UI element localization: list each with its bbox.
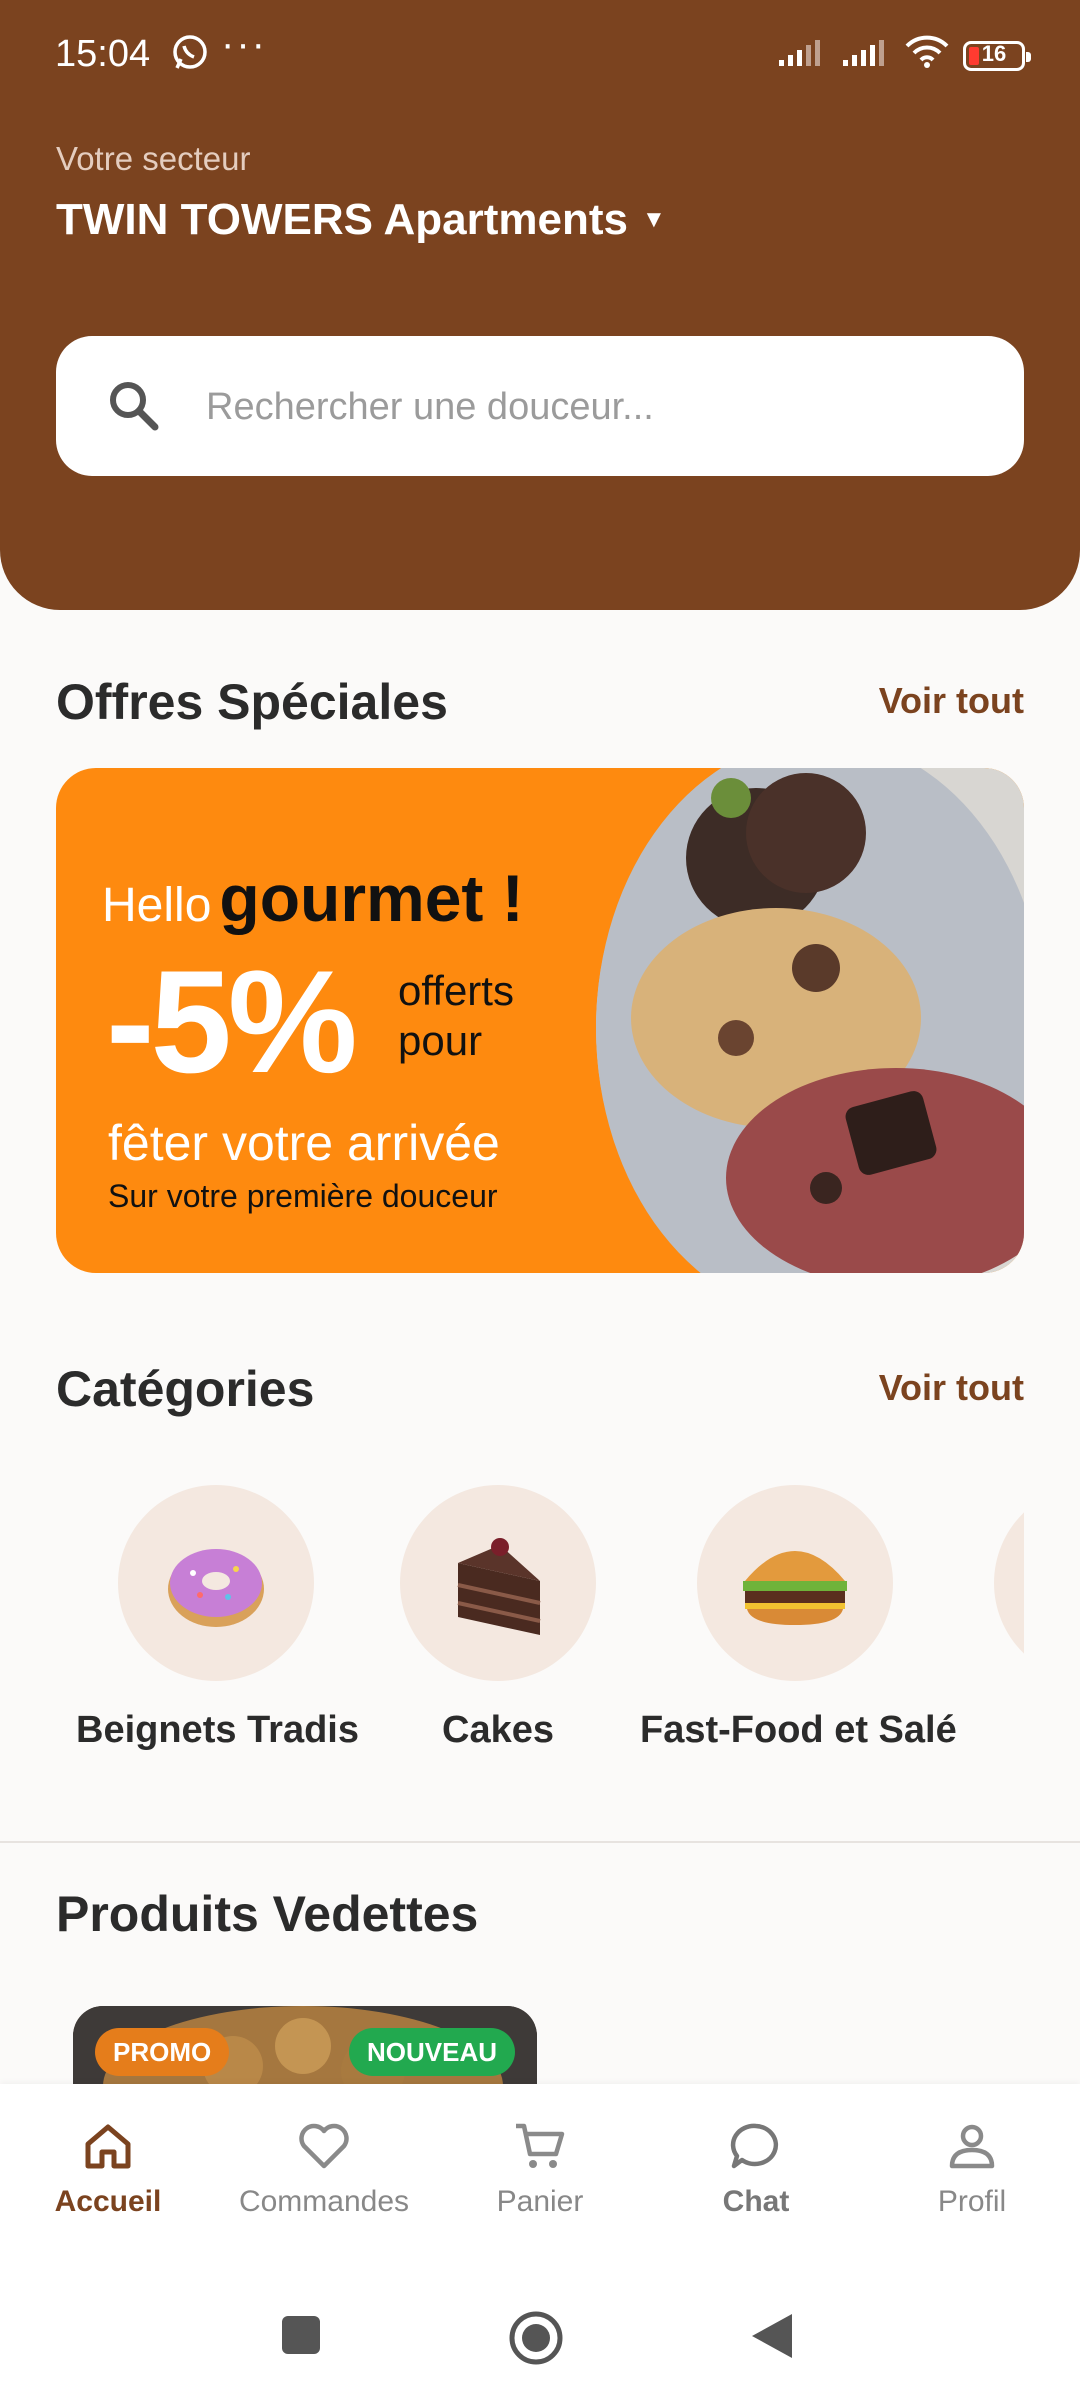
- search-input[interactable]: [204, 371, 988, 443]
- sector-name: TWIN TOWERS Apartments: [56, 195, 629, 244]
- home-button-icon[interactable]: [508, 2310, 568, 2370]
- cookies-image: [596, 768, 1024, 1273]
- battery-icon: 16: [963, 41, 1031, 71]
- banner-celebrate: fêter votre arrivée: [108, 1115, 500, 1171]
- recents-icon[interactable]: [280, 2314, 324, 2358]
- sector-selector[interactable]: TWIN TOWERS Apartments ▼: [56, 195, 666, 245]
- search-bar[interactable]: [56, 336, 1024, 476]
- special-offers-title: Offres Spéciales: [56, 674, 448, 730]
- category-item[interactable]: Beignets Tradis: [76, 1485, 359, 1752]
- category-item[interactable]: Cakes: [399, 1485, 597, 1752]
- chat-icon: [730, 2123, 779, 2169]
- banner-offerts: offerts pour: [398, 967, 514, 1064]
- heart-icon: [299, 2123, 349, 2169]
- system-navigation-bar: [0, 2284, 1080, 2400]
- divider: [0, 1841, 1080, 1843]
- header: 15:04 ··· 16 Votre secteur TWIN TOWERS A…: [0, 0, 1080, 610]
- bottom-navigation: Accueil Commandes Panier Chat Profil: [0, 2084, 1080, 2284]
- wifi-icon: [905, 34, 949, 78]
- new-badge: NOUVEAU: [348, 2028, 515, 2076]
- nav-label: Commandes: [238, 2185, 410, 2218]
- nav-label: Profil: [937, 2185, 1007, 2218]
- category-label: Fast-Food et Salé: [640, 1709, 957, 1751]
- special-offers-see-all-link[interactable]: Voir tout: [879, 680, 1024, 722]
- banner-hello: Hello gourmet !: [102, 861, 524, 935]
- signal-icon: [777, 35, 827, 78]
- banner-subtitle: Sur votre première douceur: [108, 1178, 498, 1214]
- categories-see-all-link[interactable]: Voir tout: [879, 1367, 1024, 1409]
- nav-label: Accueil: [54, 2185, 162, 2218]
- featured-title: Produits Vedettes: [56, 1886, 479, 1942]
- more-notifications-icon: ···: [221, 22, 267, 66]
- home-icon: [85, 2124, 131, 2169]
- categories-list: Beignets Tradis Cakes Fast-Food et Salé: [0, 1485, 1080, 1765]
- battery-level: 16: [981, 41, 1007, 66]
- promo-badge: PROMO: [95, 2028, 230, 2076]
- nav-chat[interactable]: Chat: [648, 2120, 864, 2219]
- banner-gourmet: gourmet !: [219, 861, 524, 935]
- cake-icon: [400, 1485, 596, 1681]
- nav-label: Chat: [722, 2185, 790, 2218]
- nav-home[interactable]: Accueil: [0, 2120, 216, 2219]
- signal-icon-2: [841, 35, 891, 78]
- categories-title: Catégories: [56, 1361, 315, 1417]
- banner-discount: -5%: [106, 940, 358, 1103]
- nav-label: Panier: [496, 2185, 584, 2218]
- search-icon: [110, 382, 159, 431]
- back-icon[interactable]: [748, 2310, 798, 2364]
- nav-cart[interactable]: Panier: [432, 2120, 648, 2219]
- burger-icon: [697, 1485, 893, 1681]
- category-item-partial[interactable]: [994, 1485, 1024, 1681]
- profile-icon: [949, 2124, 995, 2169]
- whatsapp-icon: [170, 32, 210, 72]
- status-bar: 15:04 ··· 16: [55, 22, 1031, 80]
- nav-orders[interactable]: Commandes: [216, 2120, 432, 2219]
- cart-icon: [516, 2123, 565, 2168]
- category-item[interactable]: Fast-Food et Salé: [640, 1485, 957, 1752]
- nav-profile[interactable]: Profil: [864, 2120, 1080, 2219]
- category-icon: [994, 1485, 1024, 1681]
- caret-down-icon: ▼: [642, 206, 666, 233]
- donut-icon: [118, 1485, 314, 1681]
- promo-banner[interactable]: Hello gourmet ! -5% offerts pour fêter vo…: [56, 768, 1024, 1273]
- category-label: Beignets Tradis: [76, 1709, 359, 1751]
- category-label: Cakes: [442, 1709, 554, 1751]
- sector-label: Votre secteur: [56, 140, 251, 177]
- status-time: 15:04: [55, 33, 151, 75]
